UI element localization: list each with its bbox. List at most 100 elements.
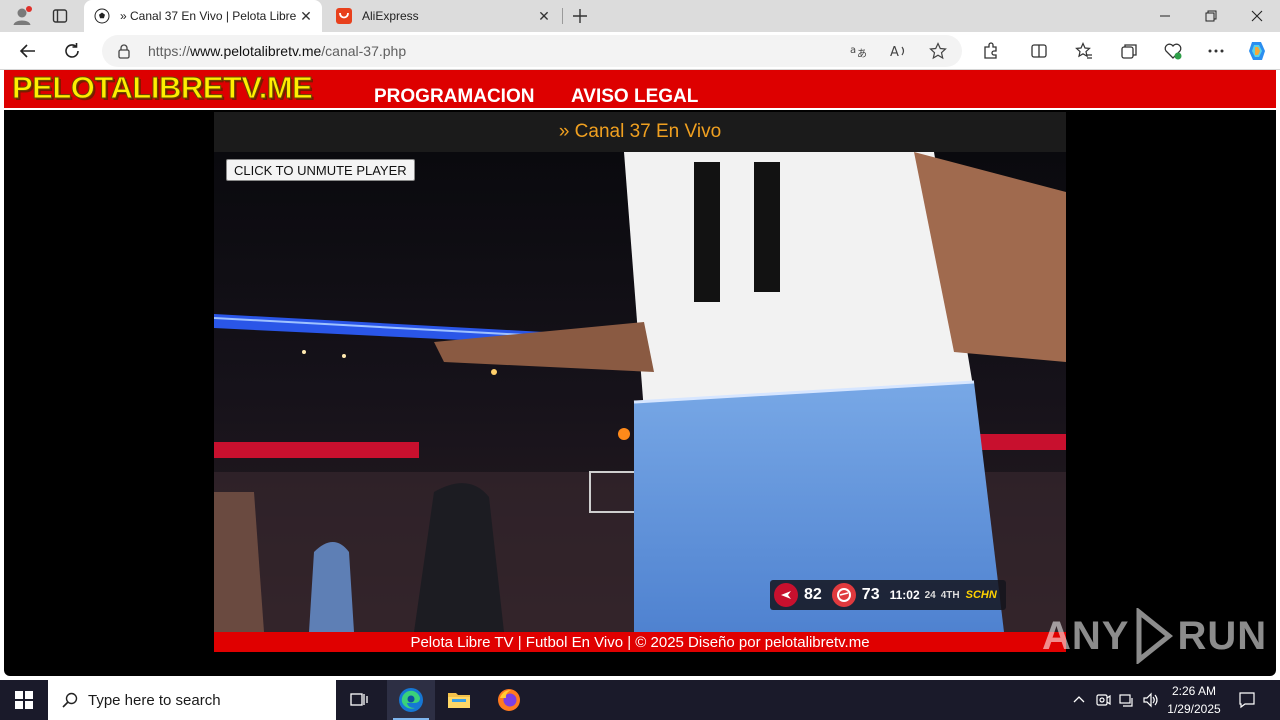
- task-view-button[interactable]: [338, 680, 382, 720]
- close-window-button[interactable]: [1234, 0, 1280, 32]
- site-logo[interactable]: PELOTALIBRETV.ME: [11, 70, 313, 106]
- new-tab-button[interactable]: [568, 4, 592, 28]
- network-logo: SCHN: [965, 589, 997, 601]
- clock-time: 2:26 AM: [1171, 684, 1217, 698]
- browser-tabstrip: » Canal 37 En Vivo | Pelota Libre T ✕ Al…: [0, 0, 1280, 32]
- close-tab-icon[interactable]: ✕: [534, 6, 554, 26]
- speaker-icon: [1143, 692, 1158, 708]
- collections-button[interactable]: [1115, 37, 1143, 65]
- game-clock: 11:02: [889, 588, 920, 602]
- soccer-ball-icon: [94, 8, 110, 24]
- minimize-icon: [1160, 15, 1170, 17]
- windows-logo-icon: [15, 691, 33, 709]
- close-tab-icon[interactable]: ✕: [296, 6, 316, 26]
- notification-icon: [1239, 692, 1255, 709]
- tab-title: AliExpress: [362, 9, 419, 23]
- site-footer: Pelota Libre TV | Futbol En Vivo | © 202…: [214, 632, 1066, 652]
- taskbar-file-explorer[interactable]: [436, 680, 482, 720]
- rockets-logo-icon: [774, 583, 798, 607]
- taskbar-firefox[interactable]: [486, 680, 532, 720]
- anyrun-watermark: ANY RUN: [1042, 608, 1267, 664]
- away-score: 73: [861, 586, 880, 603]
- nav-programacion[interactable]: PROGRAMACION: [374, 86, 534, 108]
- notifications-button[interactable]: [1237, 690, 1257, 710]
- address-bar[interactable]: https://www.pelotalibretv.me/canal-37.ph…: [102, 35, 962, 67]
- browser-essentials-button[interactable]: [1159, 37, 1187, 65]
- close-icon: [1251, 10, 1263, 22]
- browser-toolbar: https://www.pelotalibretv.me/canal-37.ph…: [0, 32, 1280, 70]
- back-arrow-icon: [19, 44, 35, 58]
- url-text[interactable]: https://www.pelotalibretv.me/canal-37.ph…: [148, 43, 406, 59]
- restore-icon: [1205, 10, 1217, 22]
- hawks-logo-icon: [831, 583, 856, 607]
- clock-date: 1/29/2025: [1167, 702, 1221, 716]
- heart-pulse-icon: [1164, 43, 1182, 60]
- tab-actions-icon: [52, 9, 68, 23]
- profile-icon: [13, 6, 32, 25]
- folder-icon: [448, 693, 470, 708]
- svg-text:あ: あ: [857, 48, 867, 60]
- tab-actions-button[interactable]: [46, 4, 74, 28]
- settings-menu-button[interactable]: [1202, 37, 1230, 65]
- tab-title: » Canal 37 En Vivo | Pelota Libre T: [120, 9, 296, 23]
- back-button[interactable]: [14, 37, 42, 65]
- search-placeholder: Type here to search: [88, 691, 221, 709]
- video-frame: [214, 152, 1066, 632]
- tab-aliexpress[interactable]: AliExpress ✕: [326, 0, 560, 32]
- site-container: PELOTALIBRETV.ME PROGRAMACION AVISO LEGA…: [4, 70, 1276, 676]
- windows-taskbar: Type here to search 2:26 AM 1/29/2025: [0, 680, 1280, 720]
- watermark-left: ANY: [1042, 613, 1130, 658]
- refresh-icon: [65, 43, 79, 58]
- game-period: 4TH: [940, 589, 960, 601]
- meet-now-button[interactable]: [1093, 690, 1113, 710]
- tab-separator: [562, 8, 563, 24]
- volume-button[interactable]: [1141, 690, 1161, 710]
- chevron-up-icon: [1073, 696, 1085, 703]
- svg-text:a: a: [850, 45, 856, 56]
- player-box: » Canal 37 En Vivo CLICK TO UNMUTE PLAYE…: [214, 112, 1066, 652]
- favorite-star-icon[interactable]: [926, 39, 950, 63]
- favorites-icon: [1075, 42, 1092, 59]
- home-score: 82: [804, 586, 822, 603]
- refresh-button[interactable]: [58, 37, 86, 65]
- network-icon: [1119, 694, 1133, 707]
- scoreboard-overlay: 82 73 11:02 24 4TH SCHN: [770, 580, 1006, 610]
- split-screen-icon: [1031, 44, 1047, 58]
- url-prefix: https://: [148, 43, 191, 59]
- copilot-button[interactable]: [1243, 37, 1271, 65]
- profile-button[interactable]: [8, 4, 36, 28]
- extensions-button[interactable]: [977, 37, 1005, 65]
- minimize-button[interactable]: [1142, 0, 1188, 32]
- task-view-icon: [350, 693, 368, 706]
- svg-text:A: A: [890, 45, 899, 60]
- page-viewport: PELOTALIBRETV.ME PROGRAMACION AVISO LEGA…: [0, 70, 1280, 680]
- split-screen-button[interactable]: [1025, 37, 1053, 65]
- taskbar-clock[interactable]: 2:26 AM 1/29/2025: [1164, 682, 1224, 718]
- show-hidden-icons-button[interactable]: [1069, 690, 1089, 710]
- network-button[interactable]: [1117, 690, 1137, 710]
- tab-canal-37[interactable]: » Canal 37 En Vivo | Pelota Libre T ✕: [84, 0, 322, 32]
- restore-button[interactable]: [1188, 0, 1234, 32]
- url-domain: www.pelotalibretv.me: [190, 43, 322, 59]
- start-button[interactable]: [0, 680, 48, 720]
- search-icon: [62, 692, 78, 708]
- plus-icon: [573, 9, 587, 23]
- taskbar-edge[interactable]: [387, 680, 435, 720]
- player-title: » Canal 37 En Vivo: [558, 121, 722, 142]
- translate-icon[interactable]: aあ: [846, 39, 870, 63]
- url-path: /canal-37.php: [321, 43, 407, 59]
- nav-aviso-legal[interactable]: AVISO LEGAL: [571, 86, 698, 108]
- watermark-right: RUN: [1177, 613, 1268, 658]
- copilot-icon: [1249, 42, 1265, 60]
- more-dots-icon: [1208, 49, 1224, 53]
- aliexpress-icon: [336, 8, 352, 24]
- favorites-button[interactable]: [1070, 37, 1098, 65]
- lock-icon[interactable]: [116, 43, 132, 59]
- read-aloud-icon[interactable]: A: [886, 39, 910, 63]
- puzzle-icon: [984, 42, 997, 59]
- unmute-player-button[interactable]: CLICK TO UNMUTE PLAYER: [226, 159, 415, 181]
- edge-browser-icon: [399, 688, 423, 712]
- taskbar-search-box[interactable]: Type here to search: [48, 680, 336, 720]
- webcam-icon: [1096, 694, 1111, 706]
- video-player[interactable]: CLICK TO UNMUTE PLAYER 82 73 11:02 24 4T…: [214, 152, 1066, 632]
